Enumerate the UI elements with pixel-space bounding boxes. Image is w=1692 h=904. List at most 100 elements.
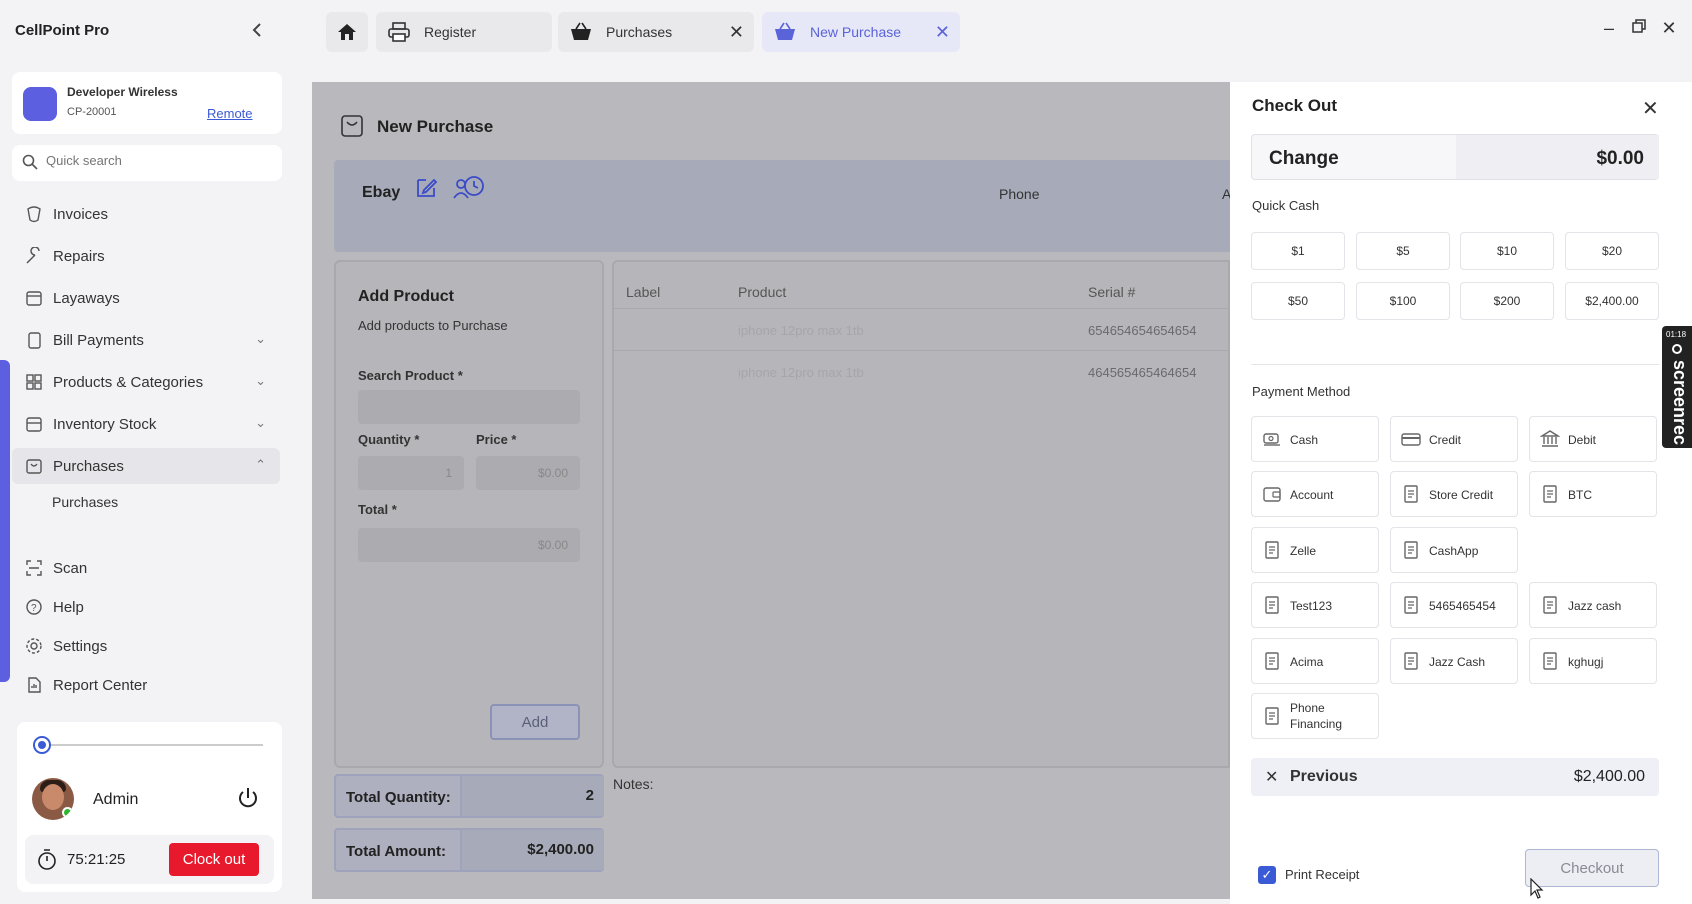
search-product-input[interactable] [358,390,580,424]
sidebar-item-invoices[interactable]: Invoices [12,196,280,232]
table-row[interactable]: iphone 12pro max 1tb 654654654654654 [614,308,1230,350]
tab-register[interactable]: Register [376,12,552,52]
checkout-button[interactable]: Checkout [1525,849,1659,887]
quick-cash-button[interactable]: $200 [1460,282,1554,320]
quick-cash-button[interactable]: $10 [1460,232,1554,270]
store-id: CP-20001 [67,106,117,118]
row-serial: 654654654654654 [1088,323,1197,338]
timer-value: 75:21:25 [67,851,126,868]
close-tab-icon[interactable]: ✕ [935,22,950,43]
table-header-label: Label [626,284,661,300]
tab-new-purchase[interactable]: New Purchase ✕ [762,12,960,52]
table-header-product: Product [738,284,787,300]
svg-text:?: ? [31,603,37,614]
slider-track [43,744,263,746]
sidebar-item-repairs[interactable]: Repairs [12,238,280,274]
sidebar-item-help[interactable]: ? Help [12,589,280,625]
payment-debit-button[interactable]: Debit [1529,416,1657,462]
total-input[interactable]: $0.00 [358,528,580,562]
sidebar-item-layaways[interactable]: Layaways [12,280,280,316]
online-status-icon [62,807,73,818]
change-label: Change [1269,148,1339,169]
payment-credit-button[interactable]: Credit [1390,416,1518,462]
quick-search [12,145,282,181]
price-input[interactable]: $0.00 [476,456,580,490]
total-quantity-box: Total Quantity: 2 [334,774,604,818]
quantity-input[interactable]: 1 [358,456,464,490]
receipt-icon [1540,595,1560,615]
payment-kghugj-button[interactable]: kghugj [1529,638,1657,684]
sidebar-item-bill-payments[interactable]: Bill Payments ⌄ [12,322,280,358]
change-value: $0.00 [1596,148,1644,169]
close-tab-icon[interactable]: ✕ [729,22,744,43]
mouse-cursor-icon [1530,878,1544,899]
sidebar-item-products-categories[interactable]: Products & Categories ⌄ [12,364,280,400]
remote-link[interactable]: Remote [207,106,253,121]
quick-cash-button[interactable]: $100 [1356,282,1450,320]
quick-cash-button[interactable]: $1 [1251,232,1345,270]
minimize-icon[interactable]: – [1598,18,1620,39]
previous-label: Previous [1290,768,1358,785]
help-icon: ? [24,597,44,617]
app-title: CellPoint Pro [15,22,110,39]
tab-purchases[interactable]: Purchases ✕ [558,12,754,52]
payment-zelle-button[interactable]: Zelle [1251,527,1379,573]
close-icon[interactable]: ✕ [1642,96,1659,121]
quick-cash-button[interactable]: $2,400.00 [1565,282,1659,320]
add-product-subtitle: Add products to Purchase [358,318,508,333]
collapse-sidebar-button[interactable] [248,22,266,42]
user-history-icon[interactable] [452,174,486,205]
quick-cash-button[interactable]: $20 [1565,232,1659,270]
slider-knob[interactable] [33,736,51,754]
restore-icon[interactable] [1628,18,1650,39]
price-label: Price * [476,432,517,447]
payment-5465465454-button[interactable]: 5465465454 [1390,582,1518,628]
payment-jazz-cash-2-button[interactable]: Jazz Cash [1390,638,1518,684]
payment-store-credit-button[interactable]: Store Credit [1390,471,1518,517]
sidebar-item-label: Purchases [53,457,124,475]
sidebar-item-label: Repairs [53,247,105,265]
divider [1251,364,1659,365]
items-table: Label Product Serial # iphone 12pro max … [612,260,1230,768]
payment-test123-button[interactable]: Test123 [1251,582,1379,628]
receipt-icon [1262,651,1282,671]
row-serial: 464565465464654 [1088,365,1197,380]
quick-cash-button[interactable]: $5 [1356,232,1450,270]
search-input[interactable] [46,153,266,168]
previous-payment-row: ✕ Previous $2,400.00 [1251,758,1659,796]
remove-payment-icon[interactable]: ✕ [1265,767,1278,787]
basket-icon [340,112,364,141]
payment-btc-button[interactable]: BTC [1529,471,1657,517]
payment-cash-button[interactable]: Cash [1251,416,1379,462]
screen-recorder-badge[interactable]: 01:18 screenrec [1662,326,1692,448]
payment-account-button[interactable]: Account [1251,471,1379,517]
bank-icon [1539,429,1561,449]
invoice-icon [24,204,44,224]
payment-acima-button[interactable]: Acima [1251,638,1379,684]
sidebar-item-scan[interactable]: Scan [12,550,280,586]
power-icon[interactable] [236,786,262,812]
sidebar-item-report-center[interactable]: Report Center [12,667,280,703]
quick-cash-button[interactable]: $50 [1251,282,1345,320]
quick-cash-label: Quick Cash [1252,198,1320,213]
print-receipt-label: Print Receipt [1285,867,1360,882]
add-button[interactable]: Add [490,704,580,740]
sidebar-item-inventory-stock[interactable]: Inventory Stock ⌄ [12,406,280,442]
sidebar-subitem-purchases[interactable]: Purchases [52,494,118,510]
sidebar-item-purchases[interactable]: Purchases ⌃ [12,448,280,484]
payment-phone-financing-button[interactable]: Phone Financing [1251,693,1379,739]
payment-jazz-cash-button[interactable]: Jazz cash [1529,582,1657,628]
print-receipt-checkbox[interactable]: ✓ [1258,866,1276,884]
sidebar-item-settings[interactable]: Settings [12,628,280,664]
quantity-label: Quantity * [358,432,420,447]
tab-home[interactable] [326,12,368,52]
change-box: Change $0.00 [1251,134,1659,180]
edit-icon[interactable] [414,176,438,203]
wallet-icon [1262,484,1282,504]
table-row[interactable]: iphone 12pro max 1tb 464565465464654 [614,350,1230,392]
report-icon [24,675,44,695]
payment-cashapp-button[interactable]: CashApp [1390,527,1518,573]
clock-out-button[interactable]: Clock out [169,843,259,876]
bill-icon [24,330,44,350]
close-window-icon[interactable]: ✕ [1658,18,1680,39]
